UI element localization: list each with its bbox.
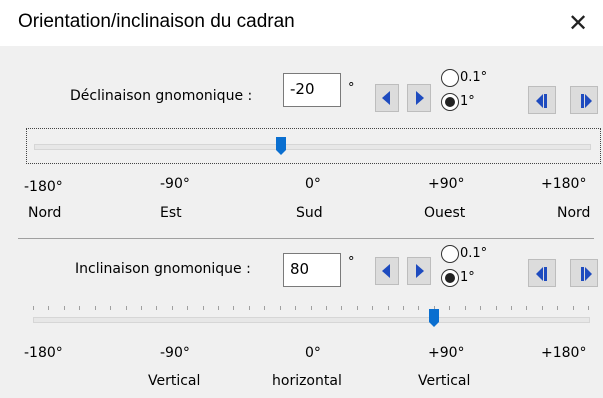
skip-right-icon xyxy=(581,267,592,281)
slider-tick xyxy=(125,306,127,310)
inclinaison-step-01-label: 0.1° xyxy=(460,246,488,261)
slider-tick xyxy=(387,306,389,310)
inclinaison-skip-right-button[interactable] xyxy=(570,259,598,287)
declinaison-slider-track xyxy=(34,144,591,150)
title-bar: Orientation/inclinaison du cadran ✕ xyxy=(0,0,603,46)
inclinaison-slider[interactable] xyxy=(26,306,601,336)
declinaison-step-1-label: 1° xyxy=(460,94,475,109)
slider-tick xyxy=(403,306,404,310)
slider-tick xyxy=(526,306,528,310)
direction-sud: Sud xyxy=(296,205,323,221)
arrow-left-icon xyxy=(382,264,390,278)
slider-tick xyxy=(233,306,235,310)
slider-tick xyxy=(572,306,574,310)
slider-tick xyxy=(510,306,512,310)
slider-tick xyxy=(218,306,219,310)
close-icon[interactable]: ✕ xyxy=(565,10,591,36)
direction-est: Est xyxy=(160,205,182,221)
slider-tick xyxy=(279,306,281,310)
declinaison-label: Déclinaison gnomonique : xyxy=(70,88,253,104)
declinaison-unit: ° xyxy=(348,81,355,96)
declinaison-scale-plus180: +180° xyxy=(541,176,587,192)
inclinaison-slider-thumb[interactable] xyxy=(428,309,439,327)
section-separator xyxy=(18,238,594,239)
slider-tick xyxy=(187,306,189,310)
slider-tick xyxy=(418,306,420,310)
slider-tick xyxy=(449,306,451,310)
slider-tick xyxy=(480,306,482,310)
arrow-right-icon xyxy=(416,91,424,105)
dialog-title: Orientation/inclinaison du cadran xyxy=(18,11,295,32)
skip-left-icon xyxy=(536,267,547,281)
direction-nord-right: Nord xyxy=(557,205,591,221)
slider-tick xyxy=(202,306,204,310)
declinaison-skip-left-button[interactable] xyxy=(528,86,556,114)
arrow-left-icon xyxy=(382,91,390,105)
declinaison-scale-0: 0° xyxy=(305,176,321,192)
declinaison-slider-thumb[interactable] xyxy=(275,137,286,155)
skip-left-icon xyxy=(536,94,547,108)
direction-ouest: Ouest xyxy=(424,205,466,221)
arrow-right-icon xyxy=(416,264,424,278)
inclinaison-label: Inclinaison gnomonique : xyxy=(75,261,251,277)
slider-tick xyxy=(79,306,81,310)
declinaison-step-1-radio[interactable] xyxy=(441,93,459,111)
declinaison-increment-button[interactable] xyxy=(407,84,431,112)
slider-tick xyxy=(495,306,497,310)
skip-right-icon xyxy=(581,94,592,108)
position-horizontal: horizontal xyxy=(272,373,342,389)
slider-tick xyxy=(588,306,589,310)
declinaison-decrement-button[interactable] xyxy=(375,84,399,112)
slider-tick xyxy=(541,306,543,310)
slider-tick xyxy=(248,306,250,310)
declinaison-slider[interactable] xyxy=(26,128,601,164)
declinaison-scale-minus180: -180° xyxy=(24,179,63,195)
slider-tick xyxy=(295,306,297,310)
inclinaison-increment-button[interactable] xyxy=(407,257,431,285)
position-vertical-left: Vertical xyxy=(148,373,201,389)
inclinaison-decrement-button[interactable] xyxy=(375,257,399,285)
inclinaison-scale-minus90: -90° xyxy=(160,345,190,361)
declinaison-skip-right-button[interactable] xyxy=(570,86,598,114)
inclinaison-input[interactable]: 80 xyxy=(283,253,341,287)
declinaison-scale-plus90: +90° xyxy=(428,176,465,192)
inclinaison-slider-track xyxy=(33,317,590,323)
declinaison-input[interactable]: -20 xyxy=(283,73,341,107)
slider-tick xyxy=(94,306,96,310)
inclinaison-step-1-label: 1° xyxy=(460,270,475,285)
inclinaison-scale-0: 0° xyxy=(305,345,321,361)
inclinaison-scale-minus180: -180° xyxy=(24,345,63,361)
inclinaison-scale-plus90: +90° xyxy=(428,345,465,361)
inclinaison-unit: ° xyxy=(348,255,355,270)
slider-tick xyxy=(140,306,142,310)
slider-tick xyxy=(110,306,112,310)
declinaison-scale-minus90: -90° xyxy=(160,176,190,192)
slider-tick xyxy=(33,306,34,310)
declinaison-step-01-radio[interactable] xyxy=(441,69,459,87)
position-vertical-right: Vertical xyxy=(418,373,471,389)
slider-tick xyxy=(48,306,50,310)
slider-tick xyxy=(341,306,343,310)
direction-nord-left: Nord xyxy=(28,205,62,221)
slider-tick xyxy=(356,306,358,310)
slider-tick xyxy=(464,306,466,310)
slider-tick xyxy=(325,306,327,310)
declinaison-step-01-label: 0.1° xyxy=(460,70,488,85)
slider-tick xyxy=(557,306,559,310)
slider-tick xyxy=(310,306,312,310)
slider-tick xyxy=(372,306,374,310)
slider-tick xyxy=(264,306,266,310)
slider-tick xyxy=(171,306,173,310)
inclinaison-scale-plus180: +180° xyxy=(541,345,587,361)
slider-tick xyxy=(63,306,65,310)
inclinaison-step-1-radio[interactable] xyxy=(441,269,459,287)
slider-tick xyxy=(156,306,158,310)
inclinaison-step-01-radio[interactable] xyxy=(441,245,459,263)
inclinaison-skip-left-button[interactable] xyxy=(528,259,556,287)
